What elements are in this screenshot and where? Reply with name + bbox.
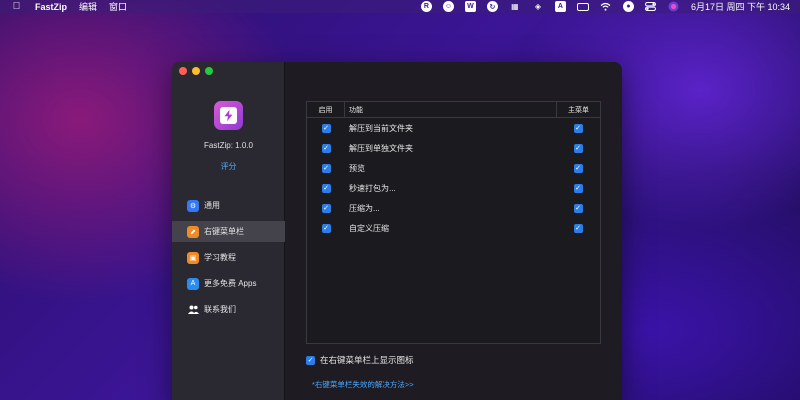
- main-menu-checkbox[interactable]: ✓: [573, 223, 583, 233]
- sidebar-item-label: 联系我们: [204, 305, 236, 314]
- header-function[interactable]: 功能: [345, 105, 556, 115]
- a-icon[interactable]: A: [554, 1, 566, 12]
- appstore-icon: A: [187, 277, 199, 290]
- function-label: 预览: [349, 163, 365, 173]
- book-icon: ▣: [187, 251, 199, 264]
- main-menu-checkbox[interactable]: ✓: [573, 143, 583, 153]
- main-menu-checkbox[interactable]: ✓: [573, 203, 583, 213]
- function-label: 秒速打包为...: [349, 183, 396, 193]
- app-version: FastZip: 1.0.0: [204, 141, 253, 150]
- status-area: R ☺ W ↻ ▦ ◈ A ● 6月17日 周四 下午 10:34: [420, 0, 790, 13]
- table-row[interactable]: ✓ 压缩为... ✓: [307, 198, 600, 218]
- menu-bar:  FastZip 编辑 窗口 R ☺ W ↻ ▦ ◈ A ● 6月17日 周四…: [0, 0, 800, 13]
- sidebar-nav: ⚙ 通用 ⬈ 右键菜单栏 ▣ 学习教程 A 更多免费 Apps 联系我们: [172, 195, 285, 325]
- table-row[interactable]: ✓ 解压到单独文件夹 ✓: [307, 138, 600, 158]
- sidebar-item-label: 更多免费 Apps: [204, 279, 257, 288]
- battery-icon[interactable]: [576, 2, 589, 11]
- sidebar-item-context-menu[interactable]: ⬈ 右键菜单栏: [172, 221, 285, 242]
- zoom-button[interactable]: [205, 67, 213, 75]
- sidebar-item-general[interactable]: ⚙ 通用: [172, 195, 285, 216]
- app-logo: [214, 101, 243, 130]
- table-row[interactable]: ✓ 解压到当前文件夹 ✓: [307, 118, 600, 138]
- sidebar-item-label: 学习教程: [204, 253, 236, 262]
- siri-icon[interactable]: [668, 1, 680, 13]
- menu-edit[interactable]: 编辑: [79, 0, 97, 13]
- control-center-icon[interactable]: [645, 1, 657, 13]
- function-label: 自定义压缩: [349, 223, 389, 233]
- main-menu-checkbox[interactable]: ✓: [573, 183, 583, 193]
- enable-checkbox[interactable]: ✓: [321, 223, 331, 233]
- close-button[interactable]: [179, 67, 187, 75]
- function-label: 解压到当前文件夹: [349, 123, 413, 133]
- table-row[interactable]: ✓ 自定义压缩 ✓: [307, 218, 600, 238]
- gear-icon: ⚙: [187, 199, 199, 212]
- apple-icon[interactable]: : [12, 1, 21, 12]
- sidebar-item-label: 通用: [204, 201, 220, 210]
- enable-checkbox[interactable]: ✓: [321, 123, 331, 133]
- enable-checkbox[interactable]: ✓: [321, 143, 331, 153]
- sidebar-item-label: 右键菜单栏: [204, 227, 244, 236]
- window-controls: [179, 67, 213, 75]
- table-header: 启用 功能 主菜单: [307, 102, 600, 118]
- menu-window[interactable]: 窗口: [109, 0, 127, 13]
- lightning-icon: [224, 109, 233, 122]
- layers-icon[interactable]: ◈: [532, 1, 544, 13]
- menu-clock[interactable]: 6月17日 周四 下午 10:34: [691, 0, 790, 13]
- enable-checkbox[interactable]: ✓: [321, 183, 331, 193]
- cursor-icon: ⬈: [187, 225, 199, 238]
- table-row[interactable]: ✓ 预览 ✓: [307, 158, 600, 178]
- user-icon[interactable]: ●: [622, 1, 634, 12]
- context-menu-table: 启用 功能 主菜单 ✓ 解压到当前文件夹 ✓ ✓ 解压到单独文件夹 ✓ ✓ 预览…: [306, 101, 601, 344]
- main-content: 启用 功能 主菜单 ✓ 解压到当前文件夹 ✓ ✓ 解压到单独文件夹 ✓ ✓ 预览…: [285, 62, 622, 400]
- grid-icon[interactable]: ▦: [509, 1, 521, 13]
- main-menu-checkbox[interactable]: ✓: [573, 163, 583, 173]
- sidebar-item-contact[interactable]: 联系我们: [172, 299, 285, 320]
- header-main-menu[interactable]: 主菜单: [556, 102, 600, 117]
- header-enable[interactable]: 启用: [307, 102, 345, 117]
- preferences-window: FastZip: 1.0.0 评分 ⚙ 通用 ⬈ 右键菜单栏 ▣ 学习教程 A …: [172, 62, 622, 400]
- r-icon[interactable]: R: [420, 1, 432, 12]
- people-icon: [187, 304, 199, 316]
- sync-icon[interactable]: ↻: [486, 1, 498, 12]
- rate-link[interactable]: 评分: [172, 161, 285, 172]
- table-row[interactable]: ✓ 秒速打包为... ✓: [307, 178, 600, 198]
- sidebar: FastZip: 1.0.0 评分 ⚙ 通用 ⬈ 右键菜单栏 ▣ 学习教程 A …: [172, 62, 285, 400]
- emoji-icon[interactable]: ☺: [442, 1, 454, 12]
- show-icon-label: 在右键菜单栏上显示图标: [320, 355, 414, 365]
- show-icon-option[interactable]: ✓ 在右键菜单栏上显示图标: [306, 354, 414, 366]
- function-label: 解压到单独文件夹: [349, 143, 413, 153]
- help-link[interactable]: *右键菜单栏失效的解决方法>>: [312, 379, 414, 390]
- main-menu-checkbox[interactable]: ✓: [573, 123, 583, 133]
- minimize-button[interactable]: [192, 67, 200, 75]
- enable-checkbox[interactable]: ✓: [321, 163, 331, 173]
- show-icon-checkbox[interactable]: ✓: [306, 355, 315, 365]
- wifi-icon[interactable]: [600, 1, 612, 13]
- enable-checkbox[interactable]: ✓: [321, 203, 331, 213]
- sidebar-item-more-apps[interactable]: A 更多免费 Apps: [172, 273, 285, 294]
- sidebar-item-tutorial[interactable]: ▣ 学习教程: [172, 247, 285, 268]
- menu-app-name[interactable]: FastZip: [35, 2, 67, 12]
- function-label: 压缩为...: [349, 203, 380, 213]
- w-icon[interactable]: W: [464, 1, 476, 12]
